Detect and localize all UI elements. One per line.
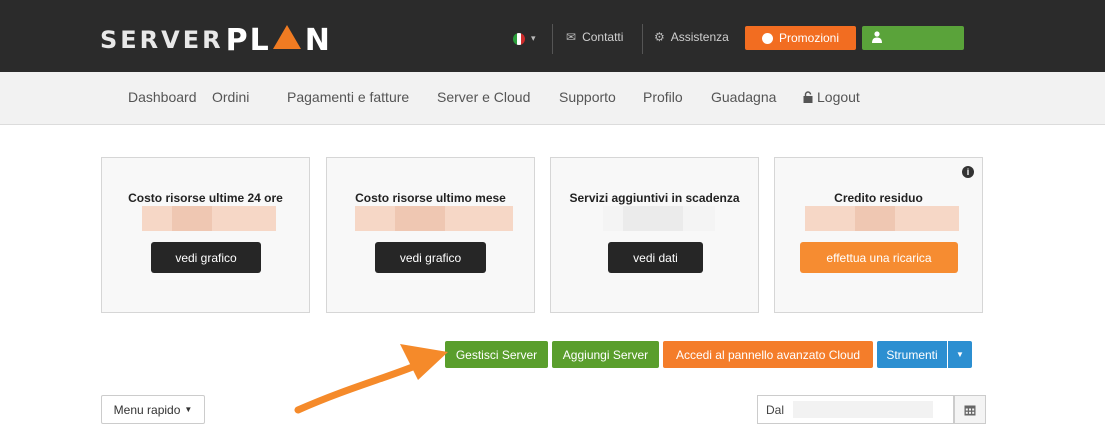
nav-item-supporto[interactable]: Supporto (559, 89, 616, 105)
strumenti-dropdown-toggle[interactable]: ▼ (948, 341, 972, 368)
calendar-button[interactable] (954, 395, 986, 424)
topbar-divider (552, 24, 553, 54)
assistenza-link[interactable]: ⚙ Assistenza (654, 30, 729, 44)
menu-rapido-dropdown[interactable]: Menu rapido ▼ (101, 395, 205, 424)
blurred-value (142, 206, 276, 231)
contatti-link[interactable]: ✉ Contatti (566, 30, 623, 44)
lock-icon (803, 91, 813, 103)
vedi-grafico-button[interactable]: vedi grafico (151, 242, 261, 273)
pannello-cloud-button[interactable]: Accedi al pannello avanzato Cloud (663, 341, 873, 368)
strumenti-button[interactable]: Strumenti (877, 341, 947, 368)
blurred-value (805, 206, 959, 231)
blurred-value (355, 206, 513, 231)
card-title: Costo risorse ultime 24 ore (128, 191, 283, 205)
promozioni-label: Promozioni (778, 31, 840, 45)
logo-text-plan-end: N (304, 22, 332, 58)
menu-rapido-label: Menu rapido (113, 402, 181, 417)
logo-text-server: SERVER (100, 26, 224, 54)
serverplan-logo[interactable]: SERVER PL N (100, 22, 332, 58)
top-bar: SERVER PL N ▾ ✉ Contatti ⚙ Assistenza Pr… (0, 0, 1105, 72)
nav-item-ordini[interactable]: Ordini (212, 89, 249, 105)
aggiungi-server-button[interactable]: Aggiungi Server (552, 341, 659, 368)
nav-item-guadagna[interactable]: Guadagna (711, 89, 776, 105)
calendar-icon (964, 405, 976, 415)
italy-flag-icon[interactable] (513, 33, 525, 45)
info-icon[interactable]: i (962, 166, 974, 178)
caret-down-icon: ▼ (184, 405, 193, 414)
nav-item-logout[interactable]: Logout (803, 89, 860, 105)
user-icon (872, 31, 882, 46)
card-title: Servizi aggiuntivi in scadenza (569, 191, 740, 205)
contatti-label: Contatti (582, 30, 624, 44)
blurred-value (603, 206, 715, 231)
highlight-arrow (294, 344, 448, 414)
vedi-dati-button[interactable]: vedi dati (608, 242, 703, 273)
logout-label: Logout (817, 89, 860, 105)
nav-item-dashboard[interactable]: Dashboard (128, 89, 197, 105)
envelope-icon: ✉ (566, 30, 577, 44)
card-costo-24h: Costo risorse ultime 24 ore vedi grafico (101, 157, 310, 313)
promozioni-button[interactable]: Promozioni (745, 26, 856, 50)
card-servizi-scadenza: Servizi aggiuntivi in scadenza vedi dati (550, 157, 759, 313)
card-credito-residuo: i Credito residuo effettua una ricarica (774, 157, 983, 313)
card-costo-mese: Costo risorse ultimo mese vedi grafico (326, 157, 535, 313)
gear-icon: ⚙ (654, 30, 665, 44)
date-from-field[interactable]: Dal (757, 395, 954, 424)
nav-item-pagamenti[interactable]: Pagamenti e fatture (287, 89, 409, 105)
nav-item-server-cloud[interactable]: Server e Cloud (437, 89, 530, 105)
caret-down-icon: ▼ (956, 350, 964, 359)
card-title: Credito residuo (834, 191, 923, 205)
ricarica-button[interactable]: effettua una ricarica (800, 242, 958, 273)
chat-icon (761, 32, 773, 44)
language-caret-icon[interactable]: ▾ (531, 33, 536, 44)
main-nav: Dashboard Ordini Pagamenti e fatture Ser… (0, 72, 1105, 125)
gestisci-server-button[interactable]: Gestisci Server (445, 341, 548, 368)
logo-triangle-icon (272, 25, 301, 49)
nav-item-profilo[interactable]: Profilo (643, 89, 683, 105)
topbar-divider (642, 24, 643, 54)
card-title: Costo risorse ultimo mese (355, 191, 506, 205)
vedi-grafico-button[interactable]: vedi grafico (375, 242, 486, 273)
date-from-value (793, 401, 933, 418)
logo-text-plan: PL (225, 22, 271, 58)
assistenza-label: Assistenza (670, 30, 729, 44)
user-account-button[interactable] (862, 26, 964, 50)
date-from-label: Dal (766, 403, 785, 417)
